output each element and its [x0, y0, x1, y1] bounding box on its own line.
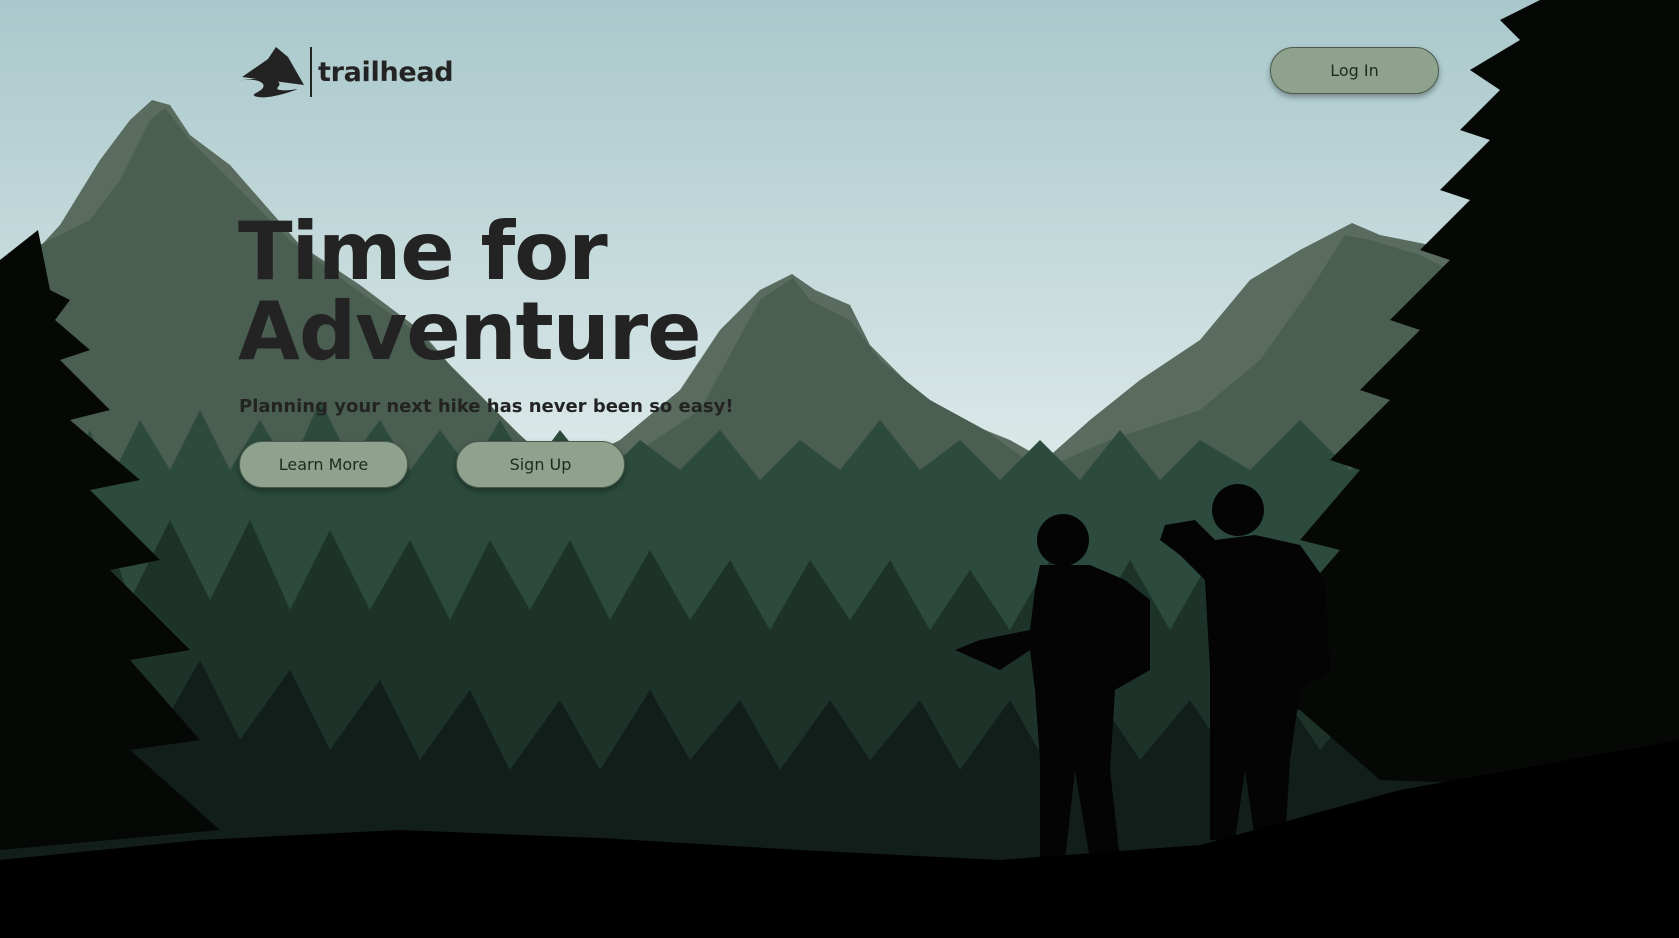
learn-more-button[interactable]: Learn More — [239, 441, 408, 488]
brand-logo[interactable]: trailhead — [238, 44, 454, 100]
brand-name: trailhead — [318, 56, 454, 88]
sign-up-button[interactable]: Sign Up — [456, 441, 625, 488]
mountain-trail-icon — [238, 47, 304, 98]
login-button[interactable]: Log In — [1270, 47, 1439, 94]
hero-headline: Time for Adventure — [238, 205, 701, 378]
hero-subheadline: Planning your next hike has never been s… — [239, 396, 734, 417]
logo-divider — [310, 47, 312, 97]
headline-line-1: Time for — [238, 205, 608, 298]
headline-line-2: Adventure — [238, 285, 701, 378]
